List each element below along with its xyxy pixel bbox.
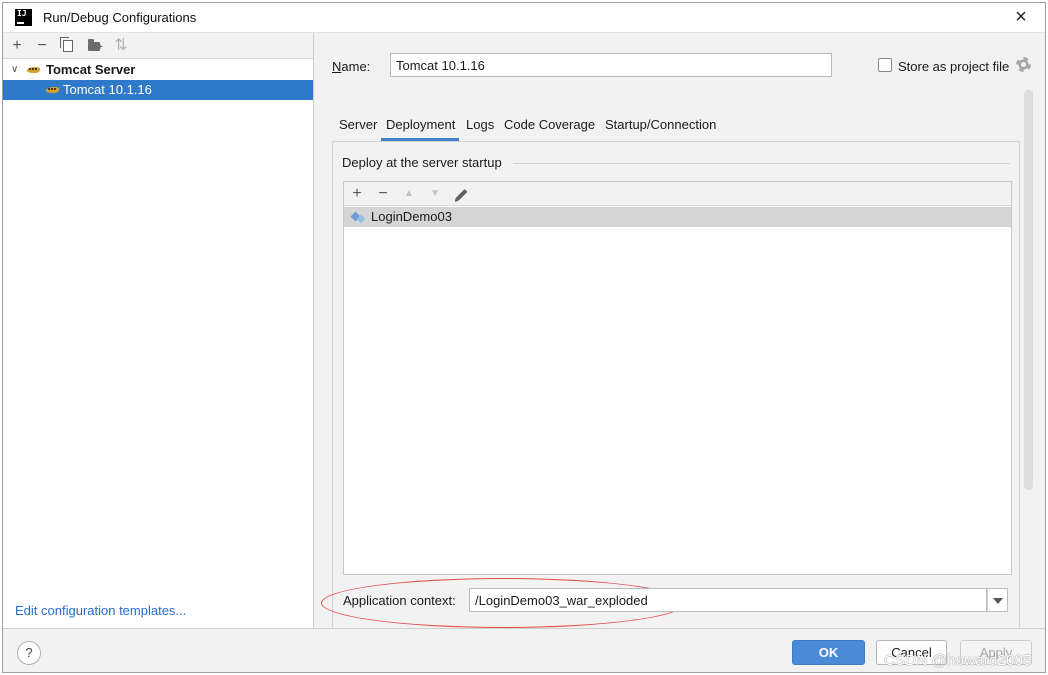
deployment-artifacts-list: + − ▲ ▼ LoginDemo03: [343, 181, 1012, 575]
deployment-toolbar: + − ▲ ▼: [344, 182, 1011, 206]
section-title: Deploy at the server startup: [342, 155, 502, 170]
tab-logs[interactable]: Logs: [466, 115, 494, 141]
sort-icon[interactable]: ⇅: [111, 36, 131, 56]
name-input[interactable]: [390, 53, 832, 77]
tab-startup-connection[interactable]: Startup/Connection: [605, 115, 716, 141]
intellij-app-icon: IJ: [15, 9, 32, 26]
help-button[interactable]: ?: [17, 641, 41, 665]
store-as-project-file-label[interactable]: Store as project file: [898, 59, 1009, 74]
move-up-icon[interactable]: ▲: [399, 184, 419, 204]
configuration-tree-panel: + − ⇅ ∨ Tomcat Server Tomcat 10.1.16 Edi…: [3, 33, 314, 628]
ok-button[interactable]: OK: [792, 640, 865, 665]
tree-item-label: Tomcat 10.1.16: [63, 82, 152, 97]
artifact-icon: [352, 211, 365, 224]
add-artifact-icon[interactable]: +: [347, 184, 367, 204]
store-as-project-file-checkbox[interactable]: [878, 58, 892, 72]
edit-configuration-templates-link[interactable]: Edit configuration templates...: [15, 603, 186, 618]
gear-icon[interactable]: [1016, 57, 1031, 72]
tree-group-label: Tomcat Server: [46, 62, 136, 77]
dialog-footer: ? OK Cancel Apply CSDN @howard2005: [3, 628, 1045, 672]
application-context-input[interactable]: [469, 588, 987, 612]
tab-server[interactable]: Server: [339, 115, 377, 141]
name-label-mnemonic: N: [332, 59, 342, 74]
section-divider: [513, 163, 1010, 164]
new-folder-icon[interactable]: [85, 36, 105, 56]
artifact-label: LoginDemo03: [371, 209, 452, 224]
tab-code-coverage[interactable]: Code Coverage: [504, 115, 595, 141]
move-down-icon[interactable]: ▼: [425, 184, 445, 204]
tree-item-tomcat-10-1-16[interactable]: Tomcat 10.1.16: [3, 80, 313, 100]
window-title: Run/Debug Configurations: [43, 10, 197, 25]
close-icon[interactable]: ×: [1011, 7, 1031, 27]
edit-artifact-icon[interactable]: [451, 184, 471, 204]
run-debug-configurations-dialog: IJ Run/Debug Configurations × + − ⇅ ∨ To…: [2, 2, 1046, 673]
remove-artifact-icon[interactable]: −: [373, 184, 393, 204]
chevron-down-icon[interactable]: ∨: [11, 60, 18, 80]
tree-toolbar: + − ⇅: [3, 33, 313, 59]
chevron-down-icon[interactable]: [987, 588, 1008, 612]
configuration-editor-panel: Name: Store as project file Server Deplo…: [315, 33, 1045, 631]
cancel-button[interactable]: Cancel: [876, 640, 947, 665]
apply-button[interactable]: Apply: [960, 640, 1032, 665]
tomcat-icon: [27, 63, 41, 77]
remove-configuration-icon[interactable]: −: [32, 36, 52, 56]
tree-group-tomcat-server[interactable]: ∨ Tomcat Server: [3, 60, 313, 80]
vertical-scrollbar[interactable]: [1024, 90, 1033, 490]
list-item[interactable]: LoginDemo03: [344, 207, 1011, 227]
application-context-label: Application context:: [343, 593, 456, 608]
copy-configuration-icon[interactable]: [58, 36, 78, 56]
tomcat-icon: [46, 83, 60, 97]
title-bar: IJ Run/Debug Configurations ×: [3, 3, 1045, 33]
tab-deployment[interactable]: Deployment: [381, 115, 459, 141]
name-label: Name:: [332, 59, 371, 74]
deployment-tab-content: Deploy at the server startup + − ▲ ▼ Log…: [332, 141, 1020, 631]
add-configuration-icon[interactable]: +: [7, 36, 27, 56]
